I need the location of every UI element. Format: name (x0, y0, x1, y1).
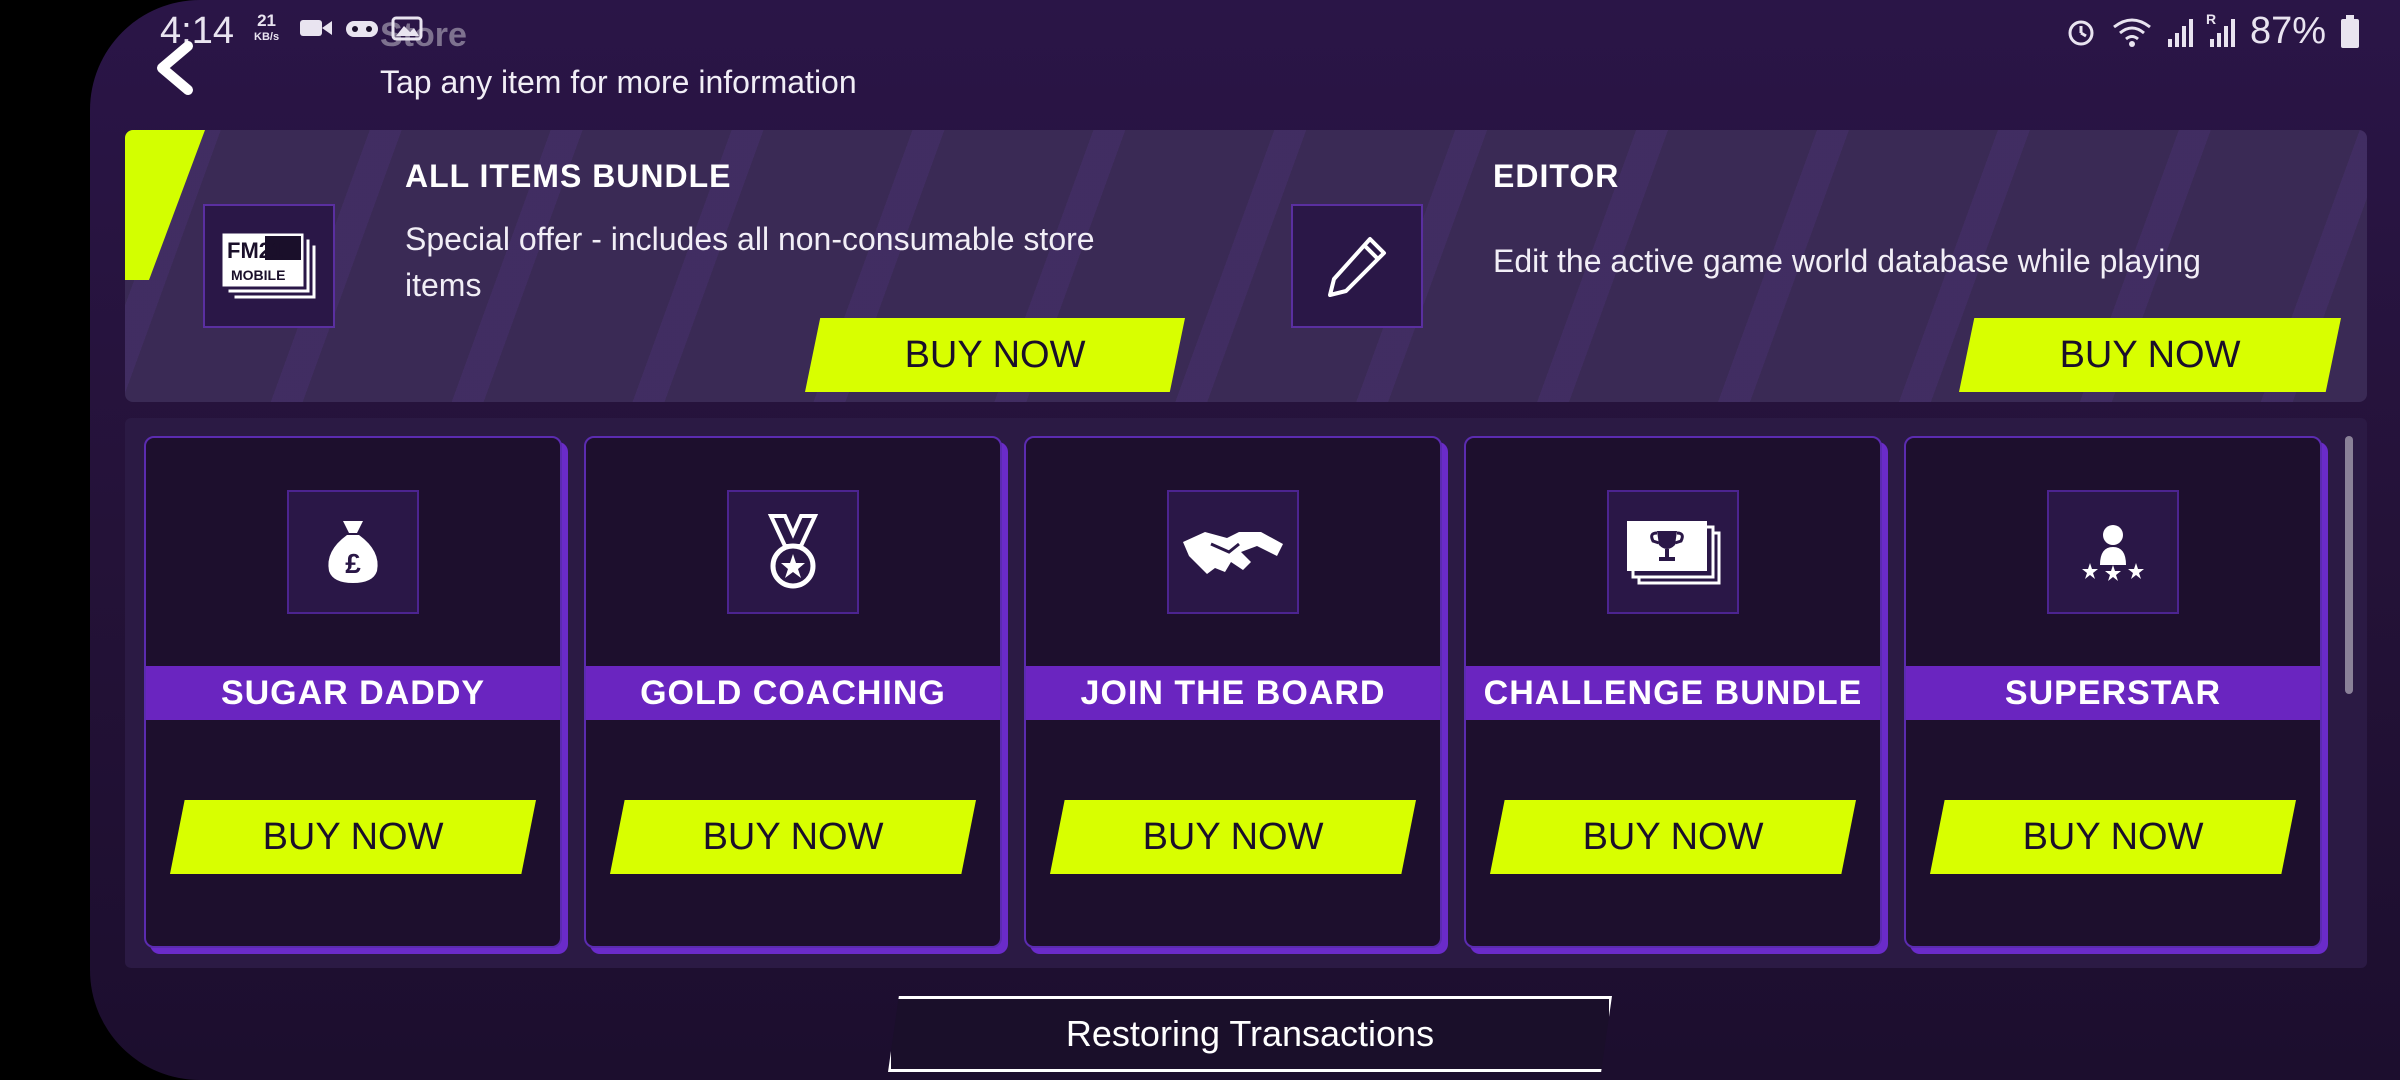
buy-now-button[interactable]: BUY NOW (1050, 800, 1416, 874)
hint-text: Tap any item for more information (380, 64, 857, 100)
pencil-icon (1328, 237, 1386, 297)
item-icon-box (1167, 490, 1299, 614)
fm21-mobile-logo: FM21 MOBILE (203, 204, 335, 328)
item-card-sugar-daddy[interactable]: £ SUGAR DADDY BUY NOW (144, 436, 562, 948)
network-speed: 21 KB/s (254, 11, 280, 43)
all-items-bundle-title: ALL ITEMS BUNDLE (405, 158, 732, 194)
scrollbar[interactable] (2345, 436, 2353, 694)
buy-now-button[interactable]: BUY NOW (1490, 800, 1856, 874)
back-button[interactable] (150, 40, 200, 96)
buy-now-button[interactable]: BUY NOW (170, 800, 536, 874)
item-card-challenge-bundle[interactable]: CHALLENGE BUNDLE BUY NOW (1464, 436, 1882, 948)
battery-percent: 87% (2249, 10, 2326, 52)
signal-icon (2166, 17, 2194, 47)
svg-text:£: £ (345, 548, 361, 579)
item-icon-box (727, 490, 859, 614)
restoring-transactions-button[interactable]: Restoring Transactions (888, 996, 1612, 1072)
editor-title: EDITOR (1493, 158, 1620, 194)
battery-icon (2340, 14, 2360, 49)
status-bar: 4:14 21 KB/s R 87% (0, 0, 2400, 64)
chevron-left-icon (157, 41, 193, 95)
game-icon (344, 14, 380, 42)
signal-icon-roaming: R (2206, 11, 2236, 47)
medal-icon (767, 514, 819, 589)
item-icon-box: £ (287, 490, 419, 614)
handshake-icon (1183, 532, 1283, 574)
buy-now-button[interactable]: BUY NOW (610, 800, 976, 874)
featured-panel: FM21 MOBILE ALL ITEMS BUNDLE Special off… (125, 130, 2367, 402)
item-title: SUPERSTAR (1906, 666, 2320, 720)
superstar-icon (2082, 525, 2144, 581)
image-icon (390, 14, 426, 42)
trophy-cards-icon (1627, 521, 1721, 585)
item-title: JOIN THE BOARD (1026, 666, 1440, 720)
editor-icon-box (1291, 204, 1423, 328)
item-icon-box (1607, 490, 1739, 614)
all-items-bundle-buy-button[interactable]: BUY NOW (805, 318, 1185, 392)
editor-description: Edit the active game world database whil… (1493, 243, 2201, 279)
item-icon-box (2047, 490, 2179, 614)
editor-buy-button[interactable]: BUY NOW (1959, 318, 2341, 392)
svg-text:FM21: FM21 (227, 238, 283, 263)
wifi-icon (2112, 15, 2152, 49)
alarm-icon (2064, 15, 2098, 49)
item-card-join-the-board[interactable]: JOIN THE BOARD BUY NOW (1024, 436, 1442, 948)
buy-now-button[interactable]: BUY NOW (1930, 800, 2296, 874)
item-title: SUGAR DADDY (146, 666, 560, 720)
item-title: CHALLENGE BUNDLE (1466, 666, 1880, 720)
all-items-bundle-description: Special offer - includes all non-consuma… (405, 221, 1095, 303)
item-card-superstar[interactable]: SUPERSTAR BUY NOW (1904, 436, 2322, 948)
svg-text:MOBILE: MOBILE (231, 267, 285, 283)
money-bag-icon: £ (328, 521, 378, 583)
video-icon (298, 14, 334, 42)
item-title: GOLD COACHING (586, 666, 1000, 720)
item-card-gold-coaching[interactable]: GOLD COACHING BUY NOW (584, 436, 1002, 948)
